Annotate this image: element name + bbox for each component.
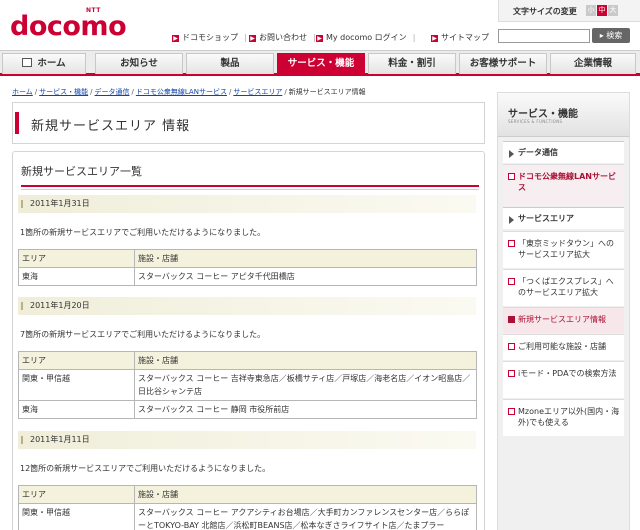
entry-note: 1箇所の新規サービスエリアでご利用いただけるようになりました。	[20, 228, 266, 237]
nav-corporate[interactable]: 企業情報	[550, 53, 636, 74]
square-bullet-icon	[508, 343, 515, 350]
text-size-label: 文字サイズの変更	[513, 7, 577, 16]
table-header-facility: 施設・店舗	[134, 351, 477, 370]
global-nav: ホーム お知らせ 製品 サービス・機能 料金・割引 お客様サポート 企業情報	[0, 50, 640, 76]
table-header-facility: 施設・店舗	[134, 249, 477, 268]
square-bullet-icon	[508, 370, 515, 377]
text-size-small-button[interactable]: 小	[586, 5, 596, 16]
date-heading: 2011年1月11日	[18, 431, 476, 449]
date-heading: 2011年1月31日	[18, 195, 476, 213]
sidebar-item-new-area[interactable]: 新規サービスエリア情報	[503, 307, 624, 333]
text-size-switcher: 文字サイズの変更 小 中 大	[498, 0, 640, 22]
nav-products[interactable]: 製品	[186, 53, 274, 74]
table-row: 関東・甲信越 スターバックス コーヒー 吉祥寺東急店／板橋サティ店／戸塚店／海老名…	[18, 369, 477, 401]
arrow-icon: ▶	[431, 35, 438, 42]
square-bullet-icon	[508, 240, 515, 247]
triangle-icon	[509, 216, 514, 224]
table-row: 東海 スターバックス コーヒー 静岡 市役所前店	[18, 400, 477, 419]
breadcrumb-lan[interactable]: ドコモ公衆無線LANサービス	[136, 88, 227, 96]
search-button[interactable]: ▸ 検索	[592, 28, 630, 43]
sidebar-item-midtown[interactable]: 「東京ミッドタウン」へのサービスエリア拡大	[503, 231, 624, 268]
square-bullet-icon	[508, 278, 515, 285]
sidebar-section-data[interactable]: データ通信	[503, 141, 624, 163]
table-row: 関東・甲信越 スターバックス コーヒー アクアシティお台場店／大手町カンファレンス…	[18, 503, 477, 530]
table-header-facility: 施設・店舗	[134, 485, 477, 504]
nav-pricing[interactable]: 料金・割引	[368, 53, 456, 74]
sidebar-item-facilities[interactable]: ご利用可能な施設・店舗	[503, 334, 624, 360]
arrow-icon: ▶	[172, 35, 179, 42]
page-title-box: 新規サービスエリア 情報	[12, 102, 485, 144]
arrow-icon: ▶	[316, 35, 323, 42]
title-accent	[15, 112, 19, 134]
area-table: エリア 施設・店舗 関東・甲信越 スターバックス コーヒー 吉祥寺東急店／板橋サティ…	[18, 351, 477, 419]
breadcrumb-current: 新規サービスエリア情報	[288, 88, 366, 96]
date-heading: 2011年1月20日	[18, 297, 476, 315]
sidebar-item-imode-search[interactable]: iモード・PDAでの検索方法	[503, 361, 624, 398]
nav-home[interactable]: ホーム	[2, 53, 86, 74]
arrow-icon: ▶	[249, 35, 256, 42]
breadcrumb-services[interactable]: サービス・機能	[39, 88, 88, 96]
search-icon: ▸	[599, 31, 604, 40]
sidebar-item-lan[interactable]: ドコモ公衆無線LANサービス	[503, 164, 624, 206]
entry-note: 7箇所の新規サービスエリアでご利用いただけるようになりました。	[20, 330, 266, 339]
sidebar-subtitle: SERVICES & FUNCTIONS	[508, 119, 563, 124]
contact-link[interactable]: ▶ お問い合わせ |	[249, 32, 316, 43]
triangle-icon	[509, 150, 514, 158]
home-icon	[22, 58, 33, 67]
sitemap-link[interactable]: ▶ サイトマップ	[431, 32, 489, 43]
my-docomo-login-link[interactable]: ▶ My docomo ログイン |	[316, 32, 415, 43]
table-header-area: エリア	[18, 485, 135, 504]
sidebar-heading: サービス・機能 SERVICES & FUNCTIONS	[498, 93, 629, 137]
table-header-area: エリア	[18, 351, 135, 370]
breadcrumb-data[interactable]: データ通信	[95, 88, 130, 96]
docomo-shop-link[interactable]: ▶ ドコモショップ |	[172, 32, 247, 43]
sidebar-title: サービス・機能	[508, 109, 578, 120]
sidebar-section-area[interactable]: サービスエリア	[503, 207, 624, 229]
sidebar-item-tsukuba[interactable]: 「つくばエクスプレス」へのサービスエリア拡大	[503, 269, 624, 306]
text-size-medium-button[interactable]: 中	[597, 5, 607, 16]
nav-support[interactable]: お客様サポート	[459, 53, 547, 74]
sidebar: サービス・機能 SERVICES & FUNCTIONS データ通信 ドコモ公衆…	[497, 92, 630, 530]
nav-services[interactable]: サービス・機能	[277, 53, 365, 74]
section-title: 新規サービスエリア一覧	[21, 161, 479, 190]
search-input[interactable]	[498, 29, 590, 43]
breadcrumb: ホーム / サービス・機能 / データ通信 / ドコモ公衆無線LANサービス / サービスエリア…	[12, 88, 366, 96]
breadcrumb-area[interactable]: サービスエリア	[233, 88, 282, 96]
text-size-large-button[interactable]: 大	[608, 5, 618, 16]
nav-news[interactable]: お知らせ	[95, 53, 183, 74]
square-bullet-icon	[508, 316, 515, 323]
square-bullet-icon	[508, 408, 515, 415]
area-table: エリア 施設・店舗 東海 スターバックス コーヒー アピタ千代田橋店	[18, 249, 477, 286]
page-title: 新規サービスエリア 情報	[31, 119, 191, 134]
entry-note: 12箇所の新規サービスエリアでご利用いただけるようになりました。	[20, 464, 271, 473]
docomo-logo-text: docomo	[10, 11, 127, 42]
breadcrumb-home[interactable]: ホーム	[12, 88, 33, 96]
sidebar-item-mzone[interactable]: Mzoneエリア以外(国内・海外)でも使える	[503, 399, 624, 436]
area-table: エリア 施設・店舗 関東・甲信越 スターバックス コーヒー アクアシティお台場店／大…	[18, 485, 477, 530]
square-bullet-icon	[508, 173, 515, 180]
table-header-area: エリア	[18, 249, 135, 268]
table-row: 東海 スターバックス コーヒー アピタ千代田橋店	[18, 267, 477, 286]
